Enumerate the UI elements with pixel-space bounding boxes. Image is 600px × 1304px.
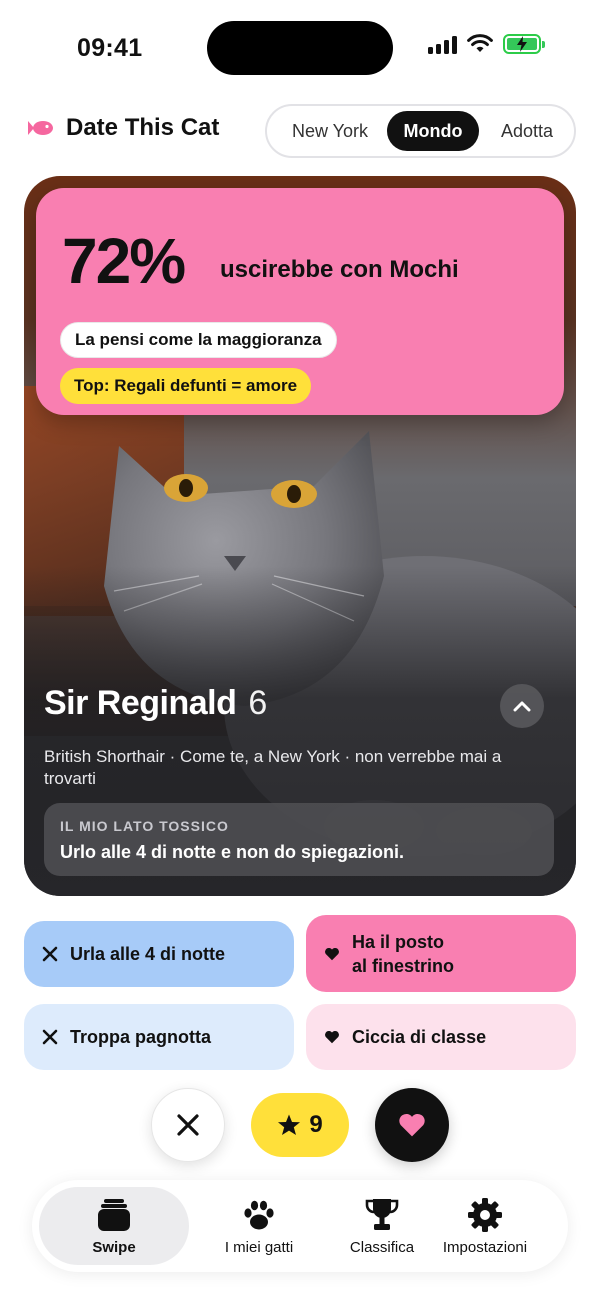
heart-icon (324, 946, 340, 962)
dynamic-island (207, 21, 393, 75)
tab-label: Classifica (349, 1238, 415, 1256)
gear-icon (468, 1197, 502, 1232)
close-icon (177, 1114, 199, 1136)
heart-icon (399, 1113, 425, 1137)
status-icons (428, 34, 545, 54)
cat-name: Sir Reginald (44, 684, 237, 722)
tab-label: Swipe (92, 1238, 136, 1256)
dislike-button[interactable] (151, 1088, 225, 1162)
tab-settings[interactable]: Impostazioni (425, 1187, 545, 1265)
chevron-up-icon (513, 701, 531, 712)
tab-label: I miei gatti (224, 1238, 294, 1256)
cat-name-row: Sir Reginald 6 (44, 684, 267, 723)
star-icon (278, 1114, 301, 1135)
cat-profile-card[interactable]: 72% uscirebbe con Mochi La pensi come la… (24, 176, 576, 896)
segment-adotta[interactable]: Adotta (483, 111, 571, 151)
superlike-count: 9 (309, 1111, 323, 1138)
top-reason-chip: Top: Regali defunti = amore (60, 368, 312, 404)
bottom-tab-bar: Swipe I miei gatti Classifica Impostazio… (32, 1180, 568, 1272)
match-percentage: 72% (62, 225, 186, 297)
region-segmented-control: New York Mondo Adotta (265, 104, 576, 158)
wifi-icon (467, 34, 493, 52)
cat-description: British Shorthair · Come te, a New York … (44, 747, 502, 788)
match-text: uscirebbe con Mochi (220, 256, 459, 283)
segment-new-york[interactable]: New York (275, 111, 385, 151)
fish-icon (28, 121, 53, 135)
trait-label: Ha il posto al finestrino (352, 931, 455, 976)
signal-icon (428, 34, 457, 54)
superlike-button[interactable]: 9 (251, 1093, 349, 1157)
x-icon (42, 1029, 58, 1045)
heart-icon (324, 1029, 340, 1045)
trophy-icon (365, 1198, 399, 1230)
trait-pill-con[interactable]: Urla alle 4 di notte (24, 921, 294, 987)
expand-profile-button[interactable] (500, 684, 544, 728)
toxic-side-text: Urlo alle 4 di notte e non do spiegazion… (60, 842, 405, 862)
trait-label: Ciccia di classe (352, 1026, 487, 1047)
status-time: 09:41 (77, 34, 143, 62)
cat-age: 6 (248, 684, 268, 722)
trait-label: Urla alle 4 di notte (70, 943, 226, 964)
paw-icon (244, 1200, 274, 1229)
tab-label: Impostazioni (442, 1238, 528, 1256)
tab-swipe[interactable]: Swipe (39, 1187, 189, 1265)
x-icon (42, 946, 58, 962)
like-button[interactable] (375, 1088, 449, 1162)
tab-my-cats[interactable]: I miei gatti (189, 1187, 329, 1265)
trait-pill-pro[interactable]: Ciccia di classe (306, 1004, 576, 1070)
trait-label: Troppa pagnotta (70, 1026, 211, 1047)
app-brand: Date This Cat (26, 114, 219, 142)
toxic-side-label: IL MIO LATO TOSSICO (60, 818, 229, 834)
cards-icon (98, 1198, 130, 1231)
battery-icon (503, 34, 545, 54)
toxic-side-box: IL MIO LATO TOSSICO Urlo alle 4 di notte… (44, 803, 554, 876)
segment-mondo[interactable]: Mondo (387, 111, 479, 151)
trait-pill-pro[interactable]: Ha il posto al finestrino (306, 915, 576, 992)
trait-pill-con[interactable]: Troppa pagnotta (24, 1004, 294, 1070)
app-title: Date This Cat (66, 114, 220, 141)
majority-chip: La pensi come la maggioranza (60, 322, 337, 358)
match-panel: 72% uscirebbe con Mochi La pensi come la… (36, 188, 564, 415)
